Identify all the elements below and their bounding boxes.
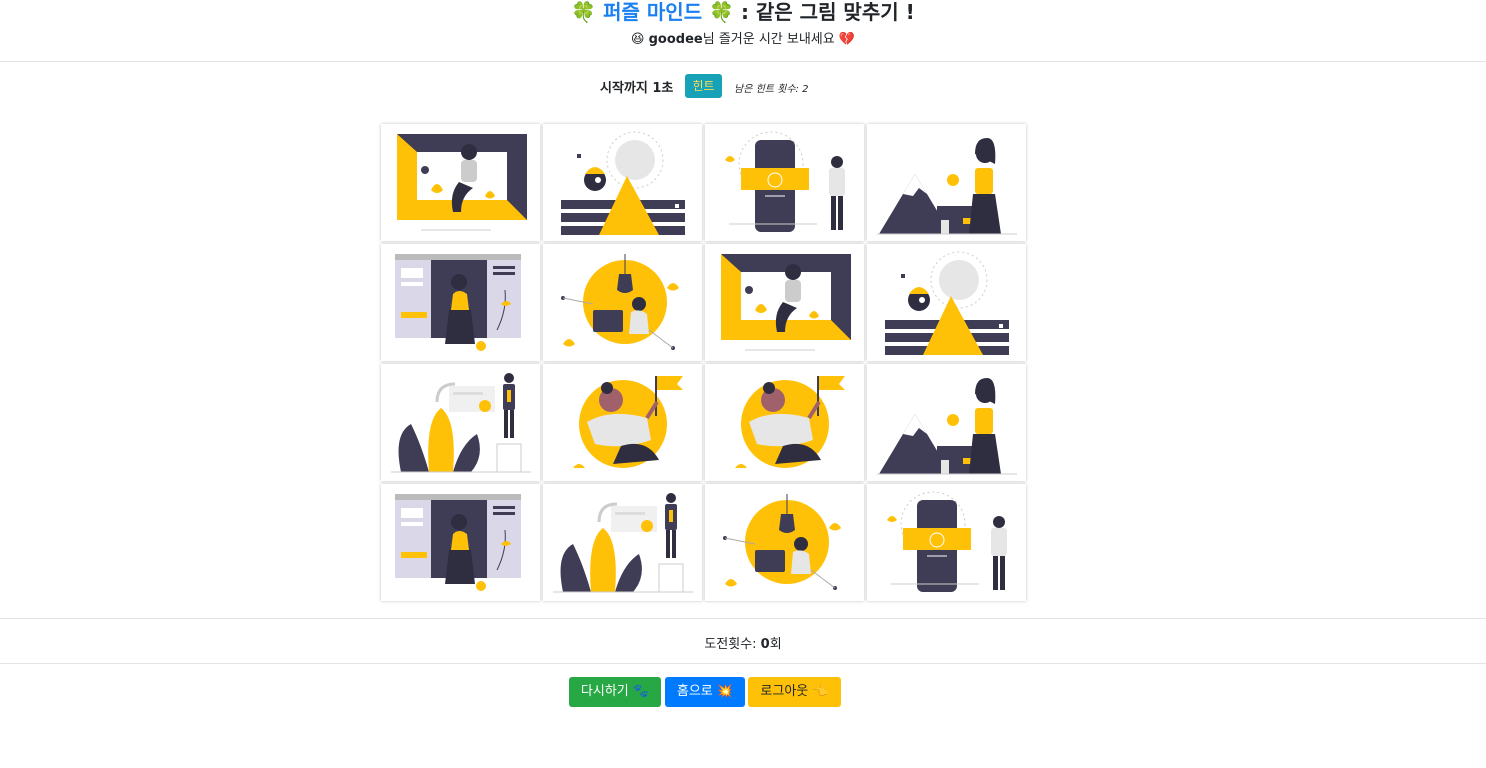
hints-remaining: 남은 힌트 횟수: 2 bbox=[734, 84, 809, 95]
brand-name: 퍼즐 마인드 bbox=[603, 0, 703, 24]
woman-mountains-house-illustration bbox=[877, 378, 1017, 475]
clover-icon: 🍀 bbox=[571, 0, 597, 24]
card-phone-man-standing[interactable] bbox=[705, 124, 864, 241]
card-woman-mountains-house[interactable] bbox=[867, 124, 1026, 241]
blob-creature-pyramid-illustration bbox=[885, 251, 1009, 355]
browser-woman-plant-illustration bbox=[395, 494, 521, 591]
man-giant-flower-illustration bbox=[553, 493, 693, 593]
home-button[interactable]: 홈으로 💥 bbox=[665, 677, 745, 707]
browser-woman-plant-illustration bbox=[395, 254, 521, 351]
retry-button[interactable]: 다시하기 🐾 bbox=[569, 677, 661, 707]
card-woman-sitting-frame[interactable] bbox=[381, 124, 540, 241]
greeting-line: 😆 goodee님 즐거운 시간 보내세요 💔 bbox=[0, 31, 1486, 48]
card-board bbox=[381, 124, 1029, 606]
divider bbox=[0, 663, 1486, 664]
page-title: 🍀 퍼즐 마인드 🍀 : 같은 그림 맞추기 ! bbox=[0, 0, 1486, 24]
broken-heart-icon: 💔 bbox=[838, 32, 856, 47]
card-woman-yellow-flag[interactable] bbox=[543, 364, 702, 481]
woman-mountains-house-illustration bbox=[877, 138, 1017, 235]
greeting-text: 님 즐거운 시간 보내세요 bbox=[702, 32, 835, 47]
woman-sitting-frame-illustration bbox=[721, 254, 851, 351]
woman-yellow-flag-illustration bbox=[573, 376, 683, 468]
game-controls: 시작까지 1초 힌트 남은 힌트 횟수: 2 bbox=[0, 74, 1486, 100]
phone-man-standing-illustration bbox=[887, 491, 1007, 592]
woman-sitting-frame-illustration bbox=[397, 134, 527, 231]
face-icon: 😆 bbox=[630, 32, 645, 47]
woman-reading-lightbulb-illustration bbox=[561, 254, 679, 350]
tries-unit: 회 bbox=[769, 637, 782, 652]
card-woman-reading-lightbulb[interactable] bbox=[705, 484, 864, 601]
divider bbox=[0, 61, 1486, 62]
divider bbox=[0, 618, 1486, 619]
card-woman-mountains-house[interactable] bbox=[867, 364, 1026, 481]
card-phone-man-standing[interactable] bbox=[867, 484, 1026, 601]
page-header: 🍀 퍼즐 마인드 🍀 : 같은 그림 맞추기 ! 😆 goodee님 즐거운 시… bbox=[0, 0, 1486, 61]
man-giant-flower-illustration bbox=[391, 373, 531, 473]
tries-value: 0 bbox=[760, 637, 770, 652]
blob-creature-pyramid-illustration bbox=[561, 131, 685, 235]
clover-icon: 🍀 bbox=[709, 0, 734, 24]
countdown-text: 시작까지 1초 bbox=[600, 81, 674, 96]
card-browser-woman-plant[interactable] bbox=[381, 244, 540, 361]
card-woman-yellow-flag[interactable] bbox=[705, 364, 864, 481]
logout-button[interactable]: 로그아웃 👈 bbox=[748, 677, 841, 707]
tries-counter: 도전횟수: 0회 bbox=[0, 633, 1486, 652]
card-blob-creature-pyramid[interactable] bbox=[867, 244, 1026, 361]
card-man-giant-flower[interactable] bbox=[381, 364, 540, 481]
phone-man-standing-illustration bbox=[725, 131, 845, 232]
hint-button[interactable]: 힌트 bbox=[685, 74, 722, 98]
username: goodee bbox=[648, 32, 703, 47]
card-blob-creature-pyramid[interactable] bbox=[543, 124, 702, 241]
card-woman-reading-lightbulb[interactable] bbox=[543, 244, 702, 361]
woman-reading-lightbulb-illustration bbox=[723, 494, 841, 590]
tries-label: 도전횟수: bbox=[704, 637, 761, 652]
card-browser-woman-plant[interactable] bbox=[381, 484, 540, 601]
card-woman-sitting-frame[interactable] bbox=[705, 244, 864, 361]
card-man-giant-flower[interactable] bbox=[543, 484, 702, 601]
woman-yellow-flag-illustration bbox=[735, 376, 845, 468]
action-buttons: 다시하기 🐾 홈으로 💥 로그아웃 👈 bbox=[0, 677, 1486, 707]
title-suffix: : 같은 그림 맞추기 ! bbox=[733, 0, 915, 24]
